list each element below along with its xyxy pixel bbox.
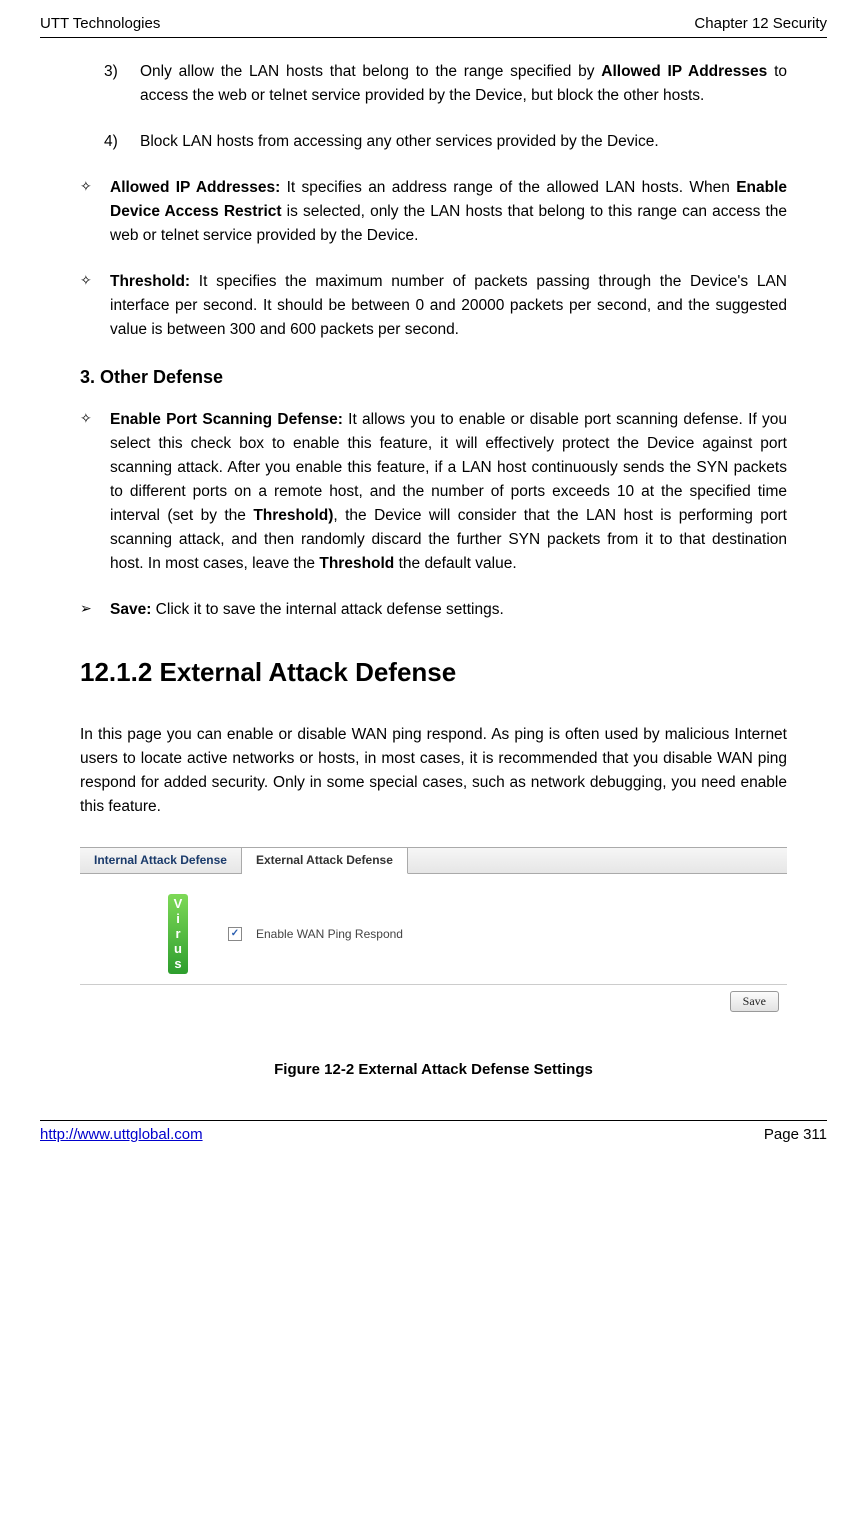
panel-body: V i r u s ✓ Enable WAN Ping Respond (80, 874, 787, 985)
diamond-icon: ✧ (80, 270, 110, 342)
settings-panel: Internal Attack Defense External Attack … (80, 847, 787, 1019)
bullet-text: Allowed IP Addresses: It specifies an ad… (110, 176, 787, 248)
virus-letter: i (168, 912, 188, 927)
diamond-icon: ✧ (80, 408, 110, 576)
header-left: UTT Technologies (40, 12, 160, 35)
virus-letter: s (168, 957, 188, 972)
page-footer: http://www.uttglobal.com Page 311 (40, 1120, 827, 1146)
virus-letter: u (168, 942, 188, 957)
text-segment: Only allow the LAN hosts that belong to … (140, 63, 601, 80)
bullet-text: Threshold: It specifies the maximum numb… (110, 270, 787, 342)
bold-text: Allowed IP Addresses: (110, 179, 280, 196)
intro-paragraph: In this page you can enable or disable W… (80, 723, 787, 819)
tab-bar: Internal Attack Defense External Attack … (80, 848, 787, 874)
footer-link[interactable]: http://www.uttglobal.com (40, 1123, 203, 1146)
wan-ping-respond-option: ✓ Enable WAN Ping Respond (228, 925, 403, 944)
list-text: Only allow the LAN hosts that belong to … (140, 60, 787, 108)
arrow-icon: ➢ (80, 598, 110, 622)
panel-footer: Save (80, 984, 787, 1018)
page-header: UTT Technologies Chapter 12 Security (40, 12, 827, 38)
tab-internal-attack-defense[interactable]: Internal Attack Defense (80, 848, 242, 873)
bullet-item-allowed-ip: ✧ Allowed IP Addresses: It specifies an … (80, 176, 787, 248)
list-item-3: 3) Only allow the LAN hosts that belong … (104, 60, 787, 108)
text-segment: It specifies the maximum number of packe… (110, 273, 787, 338)
text-segment: Click it to save the internal attack def… (151, 601, 503, 618)
text-segment: the default value. (394, 555, 516, 572)
diamond-icon: ✧ (80, 176, 110, 248)
save-button[interactable]: Save (730, 991, 779, 1012)
list-item-4: 4) Block LAN hosts from accessing any ot… (104, 130, 787, 154)
header-right: Chapter 12 Security (694, 12, 827, 35)
list-number: 3) (104, 60, 140, 108)
bold-text: Save: (110, 601, 151, 618)
tab-bar-filler (408, 848, 787, 873)
bold-text: Threshold (319, 555, 394, 572)
tab-external-attack-defense[interactable]: External Attack Defense (242, 848, 408, 874)
page-number: Page 311 (764, 1123, 827, 1146)
bullet-text: Save: Click it to save the internal atta… (110, 598, 787, 622)
list-number: 4) (104, 130, 140, 154)
heading-other-defense: 3. Other Defense (80, 364, 787, 392)
wan-ping-respond-checkbox[interactable]: ✓ (228, 927, 242, 941)
bullet-item-threshold: ✧ Threshold: It specifies the maximum nu… (80, 270, 787, 342)
bold-text: Threshold) (253, 507, 333, 524)
virus-badge: V i r u s (168, 894, 188, 975)
bullet-item-port-scanning: ✧ Enable Port Scanning Defense: It allow… (80, 408, 787, 576)
bold-text: Allowed IP Addresses (601, 63, 767, 80)
virus-letter: r (168, 927, 188, 942)
bold-text: Threshold: (110, 273, 190, 290)
bold-text: Enable Port Scanning Defense: (110, 411, 343, 428)
virus-letter: V (168, 897, 188, 912)
bullet-text: Enable Port Scanning Defense: It allows … (110, 408, 787, 576)
page-content: 3) Only allow the LAN hosts that belong … (40, 60, 827, 1081)
heading-external-attack-defense: 12.1.2 External Attack Defense (80, 652, 787, 692)
checkbox-label: Enable WAN Ping Respond (256, 925, 403, 944)
text-segment: It specifies an address range of the all… (280, 179, 736, 196)
bullet-item-save: ➢ Save: Click it to save the internal at… (80, 598, 787, 622)
list-text: Block LAN hosts from accessing any other… (140, 130, 787, 154)
figure-caption: Figure 12-2 External Attack Defense Sett… (80, 1058, 787, 1081)
